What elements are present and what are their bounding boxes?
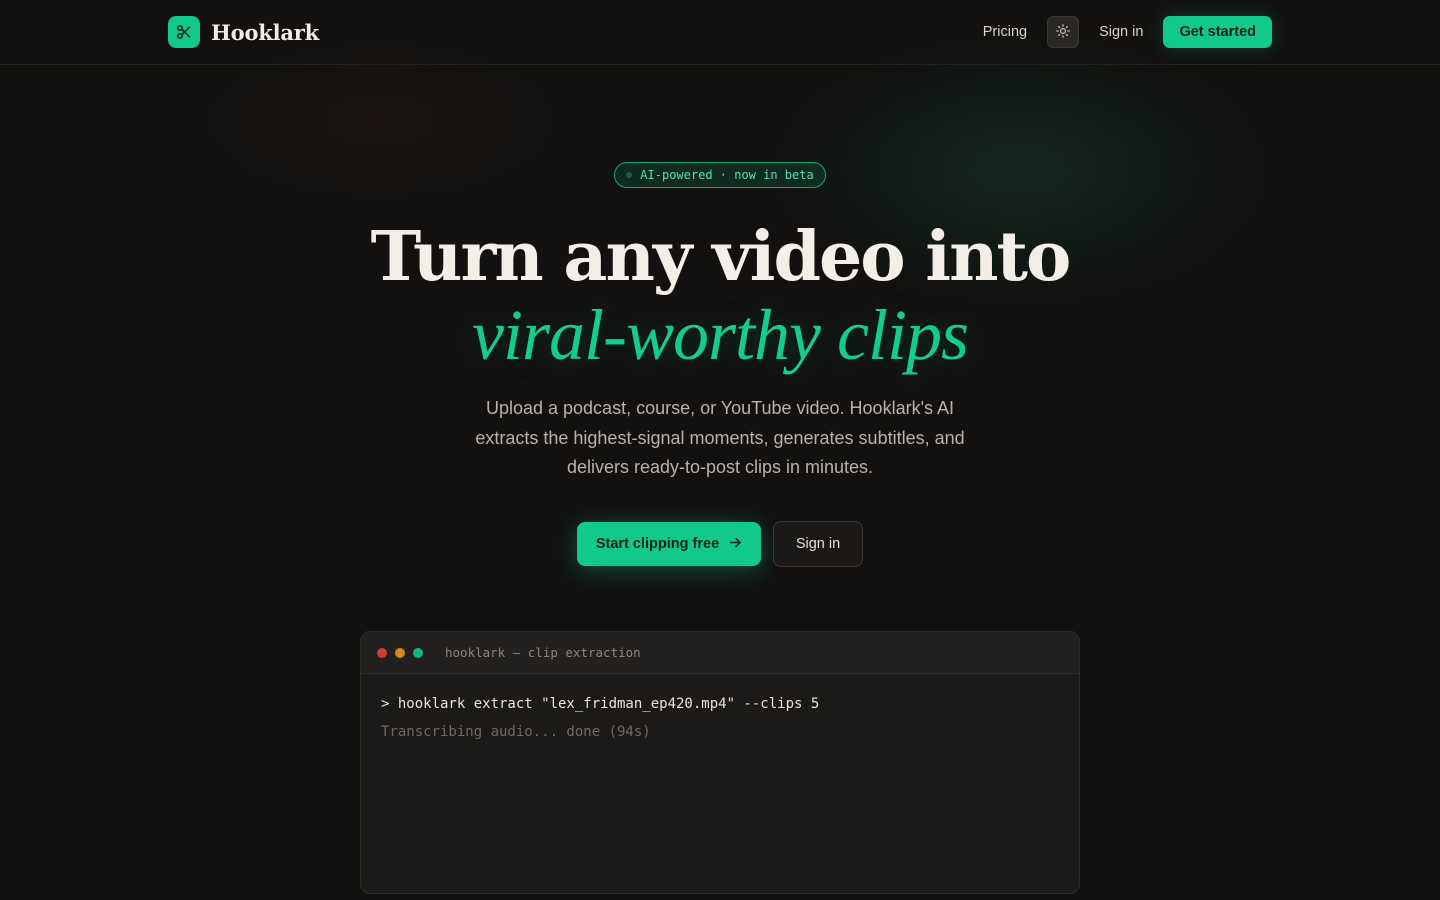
window-close-dot <box>377 647 387 658</box>
hero-cta-row: Start clipping free Sign in <box>577 521 863 567</box>
beta-badge: AI-powered · now in beta <box>614 162 826 188</box>
window-maximize-dot <box>413 647 423 658</box>
start-clipping-button[interactable]: Start clipping free <box>577 522 761 566</box>
terminal-title-bar: hooklark — clip extraction <box>361 632 1079 674</box>
start-clipping-label: Start clipping free <box>595 536 720 552</box>
arrow-right-icon <box>729 536 742 553</box>
hero-headline: Turn any video into <box>370 217 1072 297</box>
hero-subhead: Upload a podcast, course, or YouTube vid… <box>475 398 965 477</box>
theme-toggle-button[interactable] <box>1047 16 1080 48</box>
terminal-window: hooklark — clip extraction > hooklark ex… <box>360 631 1080 894</box>
status-dot-icon <box>626 172 633 178</box>
terminal-title: hooklark — clip extraction <box>445 645 641 660</box>
sun-icon <box>1056 23 1070 42</box>
top-nav: Pricing Sign in Get started <box>983 16 1272 48</box>
site-header: Hooklark Pricing Sign in Get started <box>0 0 1440 65</box>
nav-sign-in-link[interactable]: Sign in <box>1099 24 1143 40</box>
terminal-body: > hooklark extract "lex_fridman_ep420.mp… <box>361 674 1079 766</box>
get-started-button[interactable]: Get started <box>1163 16 1272 48</box>
scissors-icon <box>168 16 200 48</box>
hero-sign-in-button[interactable]: Sign in <box>773 521 863 567</box>
brand-name: Hooklark <box>211 19 320 45</box>
terminal-command-line: > hooklark extract "lex_fridman_ep420.mp… <box>381 696 820 712</box>
nav-pricing-link[interactable]: Pricing <box>983 24 1027 40</box>
window-minimize-dot <box>395 647 405 658</box>
hero-headline-accent: viral-worthy clips <box>472 295 969 375</box>
terminal-output-line: Transcribing audio... done (94s) <box>381 724 651 740</box>
badge-label: AI-powered · now in beta <box>640 168 814 182</box>
brand-logo[interactable]: Hooklark <box>168 16 319 48</box>
